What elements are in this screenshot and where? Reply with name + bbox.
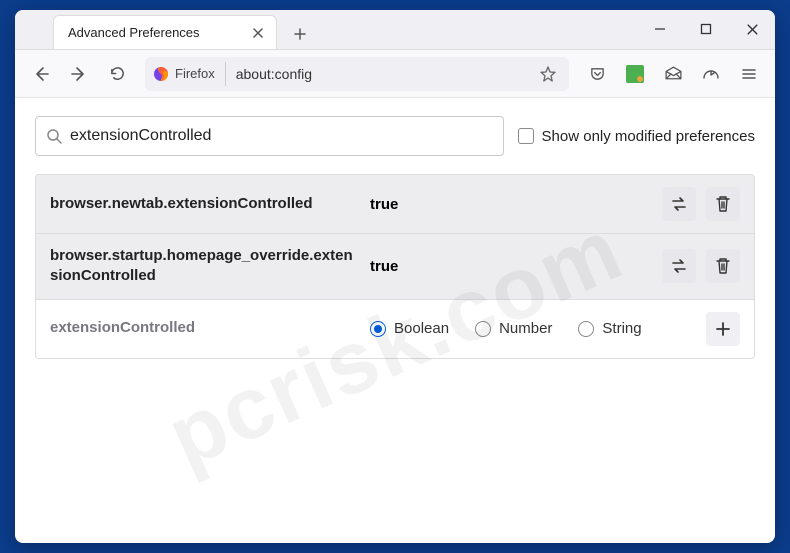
url-bar[interactable]: Firefox about:config [145,57,569,91]
maximize-icon [700,23,712,35]
close-tab-button[interactable] [250,25,266,41]
close-icon [746,23,759,36]
tab-active[interactable]: Advanced Preferences [53,15,277,49]
star-icon [539,65,557,83]
reload-button[interactable] [101,58,133,90]
trash-icon [715,257,731,275]
search-input[interactable]: extensionControlled [35,116,504,156]
pref-value: true [370,196,652,213]
plus-icon [715,321,731,337]
radio-number[interactable]: Number [475,320,552,337]
pref-name: browser.newtab.extensionControlled [50,194,360,214]
app-menu-button[interactable] [733,58,765,90]
radio-string[interactable]: String [578,320,641,337]
arrow-right-icon [70,65,88,83]
hamburger-icon [741,66,757,82]
radio-icon [578,321,594,337]
toggle-icon [670,195,688,213]
maximize-button[interactable] [683,10,729,49]
search-row: extensionControlled Show only modified p… [35,116,755,156]
extension-flag-icon [626,65,644,83]
minimize-button[interactable] [637,10,683,49]
checkbox-icon [518,128,534,144]
new-pref-row[interactable]: extensionControlled Boolean Number Strin… [36,300,754,358]
back-button[interactable] [25,58,57,90]
new-tab-button[interactable] [285,19,315,49]
mail-icon [664,64,683,83]
titlebar: Advanced Preferences [15,10,775,50]
window-controls [637,10,775,49]
browser-window: Advanced Preferences Fir [15,10,775,543]
pref-row[interactable]: browser.startup.homepage_override.extens… [36,234,754,300]
radio-icon [475,321,491,337]
reset-button[interactable] [706,187,740,221]
reset-button[interactable] [706,249,740,283]
nav-toolbar: Firefox about:config [15,50,775,98]
plus-icon [293,27,307,41]
bookmark-button[interactable] [539,65,561,83]
show-modified-label: Show only modified preferences [542,128,755,145]
new-pref-name: extensionControlled [50,318,360,338]
forward-button[interactable] [63,58,95,90]
identity-box[interactable]: Firefox [153,62,226,86]
identity-label: Firefox [175,66,215,81]
arrow-left-icon [32,65,50,83]
close-icon [252,27,264,39]
minimize-icon [654,23,666,35]
firefox-logo-icon [153,66,169,82]
search-value: extensionControlled [70,127,211,145]
reload-icon [109,65,126,82]
close-window-button[interactable] [729,10,775,49]
show-modified-toggle[interactable]: Show only modified preferences [518,128,755,145]
toggle-button[interactable] [662,249,696,283]
tab-title: Advanced Preferences [68,25,200,40]
prefs-table: browser.newtab.extensionControlled true … [35,174,755,359]
about-config-content: extensionControlled Show only modified p… [15,98,775,543]
dashboard-icon [702,65,720,83]
toggle-icon [670,257,688,275]
pref-row[interactable]: browser.newtab.extensionControlled true [36,175,754,234]
account-button[interactable] [695,58,727,90]
radio-boolean[interactable]: Boolean [370,320,449,337]
pref-value: true [370,258,652,275]
pref-name: browser.startup.homepage_override.extens… [50,246,360,287]
type-radio-group: Boolean Number String [370,320,696,337]
url-text: about:config [226,66,539,82]
trash-icon [715,195,731,213]
add-pref-button[interactable] [706,312,740,346]
extension-button[interactable] [619,58,651,90]
mail-button[interactable] [657,58,689,90]
pocket-button[interactable] [581,58,613,90]
pocket-icon [589,65,606,82]
radio-icon [370,321,386,337]
toggle-button[interactable] [662,187,696,221]
search-icon [46,128,62,144]
